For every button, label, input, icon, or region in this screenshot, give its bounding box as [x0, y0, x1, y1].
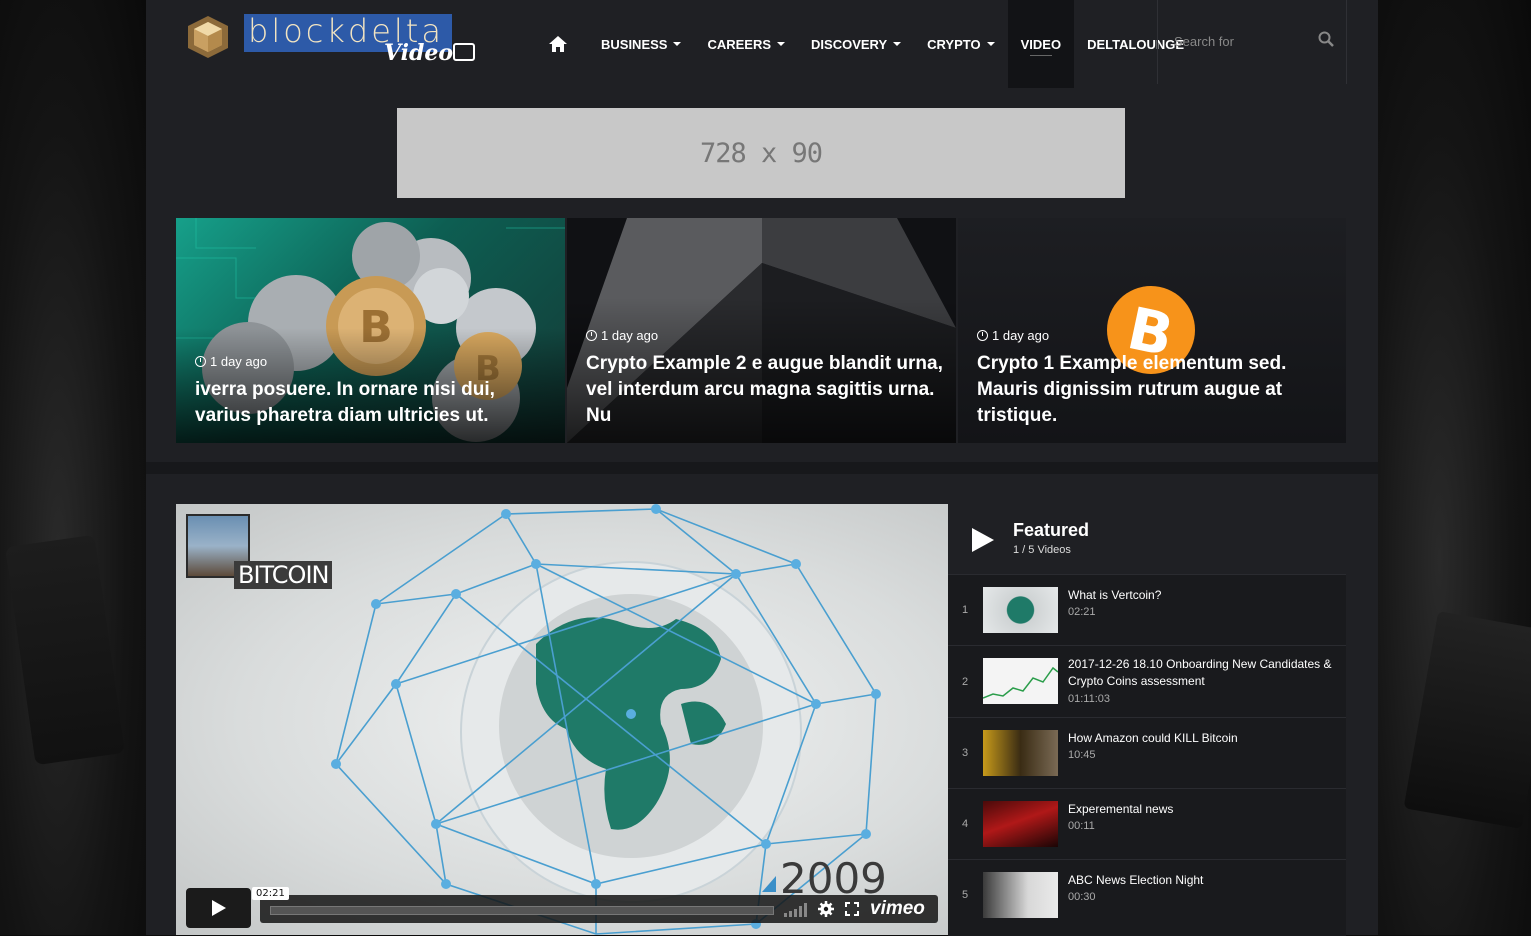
ad-banner[interactable]: 728 x 90	[397, 108, 1125, 198]
item-number: 5	[962, 889, 969, 901]
item-number: 3	[962, 747, 969, 759]
logo-subtitle: Video	[384, 40, 454, 66]
clock-icon	[195, 356, 206, 367]
player-controls: vimeo	[260, 895, 938, 923]
slide-time: 1 day ago	[195, 354, 267, 369]
featured-slider: B B 1 day ago iverra posuere. In ornare …	[176, 218, 1346, 443]
playlist-title: Featured	[1013, 520, 1090, 540]
slide-title[interactable]: iverra posuere. In ornare nisi dui, vari…	[195, 377, 535, 429]
logo-cube-icon[interactable]	[186, 14, 230, 60]
video-thumbnail[interactable]	[983, 872, 1058, 918]
volume-icon[interactable]	[784, 903, 808, 917]
search-input[interactable]	[1172, 30, 1316, 52]
background-left	[0, 0, 146, 935]
video-thumbnail[interactable]	[983, 801, 1058, 847]
ad-label: 728 x 90	[699, 137, 823, 169]
main-nav: BUSINESS CAREERS DISCOVERY CRYPTO VIDEO …	[538, 0, 1197, 88]
item-duration: 00:30	[1068, 891, 1096, 903]
nav-crypto[interactable]: CRYPTO	[914, 0, 1007, 88]
item-title[interactable]: 2017-12-26 18.10 Onboarding New Candidat…	[1068, 656, 1338, 690]
nav-careers[interactable]: CAREERS	[694, 0, 798, 88]
slide-time: 1 day ago	[977, 328, 1049, 343]
caret-down-icon	[986, 42, 995, 46]
item-duration: 01:11:03	[1068, 693, 1111, 705]
play-icon[interactable]	[972, 528, 994, 552]
nav-home[interactable]	[538, 0, 588, 88]
video-thumbnail[interactable]	[983, 730, 1058, 776]
caret-down-icon	[673, 42, 682, 46]
play-icon	[212, 900, 226, 916]
time-tooltip: 02:21	[252, 887, 289, 900]
search-icon[interactable]	[1318, 31, 1334, 47]
item-title[interactable]: What is Vertcoin?	[1068, 587, 1338, 604]
item-duration: 00:11	[1068, 820, 1095, 832]
playlist-header: Featured 1 / 5 Videos	[948, 504, 1346, 574]
progress-bar[interactable]	[270, 906, 774, 915]
item-number: 1	[962, 604, 969, 616]
playlist-item[interactable]: 5 ABC News Election Night 00:30	[948, 859, 1346, 936]
item-duration: 10:45	[1068, 749, 1096, 761]
caret-down-icon	[893, 42, 902, 46]
playlist-count: 1 / 5 Videos	[1013, 544, 1071, 556]
nav-business[interactable]: BUSINESS	[588, 0, 694, 88]
clock-icon	[586, 330, 597, 341]
caret-down-icon	[777, 42, 786, 46]
slide-title[interactable]: Crypto 1 Example elementum sed. Mauris d…	[977, 351, 1337, 429]
video-playlist: Featured 1 / 5 Videos 1 What is Vertcoin…	[948, 504, 1346, 936]
home-icon	[549, 36, 567, 52]
item-duration: 02:21	[1068, 606, 1096, 618]
video-thumbnail[interactable]	[983, 587, 1058, 633]
slide-card[interactable]: 1 day ago Crypto Example 2 e augue bland…	[567, 218, 956, 443]
tv-icon	[453, 43, 475, 61]
slide-time: 1 day ago	[586, 328, 658, 343]
item-number: 2	[962, 676, 969, 688]
slide-card[interactable]: B B 1 day ago iverra posuere. In ornare …	[176, 218, 565, 443]
site-header: blockdelta Video BUSINESS CAREERS DISCOV…	[146, 0, 1378, 88]
page-container: blockdelta Video BUSINESS CAREERS DISCOV…	[146, 0, 1378, 936]
play-button[interactable]	[186, 888, 251, 928]
slide-title[interactable]: Crypto Example 2 e augue blandit urna, v…	[586, 351, 946, 429]
playlist-item[interactable]: 1 What is Vertcoin? 02:21	[948, 574, 1346, 646]
settings-gear-icon[interactable]	[818, 901, 834, 917]
chart-thumbnail-image	[983, 666, 1058, 699]
item-title[interactable]: ABC News Election Night	[1068, 872, 1338, 889]
search-box	[1157, 0, 1347, 84]
video-thumbnail[interactable]	[983, 658, 1058, 704]
nav-video[interactable]: VIDEO	[1007, 0, 1075, 88]
playlist-item[interactable]: 3 How Amazon could KILL Bitcoin 10:45	[948, 717, 1346, 789]
vimeo-logo[interactable]: vimeo	[870, 898, 925, 920]
item-number: 4	[962, 818, 969, 830]
clock-icon	[977, 330, 988, 341]
item-title[interactable]: How Amazon could KILL Bitcoin	[1068, 730, 1338, 747]
video-overlay-title: BITCOIN	[234, 561, 333, 589]
item-title[interactable]: Experemental news	[1068, 801, 1338, 818]
playlist-item[interactable]: 2 2017-12-26 18.10 Onboarding New Candid…	[948, 645, 1346, 718]
section-divider	[146, 462, 1378, 474]
video-player[interactable]: BITCOIN 2009 vimeo 02:21	[176, 504, 948, 935]
playlist-item[interactable]: 4 Experemental news 00:11	[948, 788, 1346, 860]
nav-discovery[interactable]: DISCOVERY	[798, 0, 914, 88]
fullscreen-icon[interactable]	[845, 902, 859, 916]
slide-card[interactable]: B 1 day ago Crypto 1 Example elementum s…	[958, 218, 1346, 443]
